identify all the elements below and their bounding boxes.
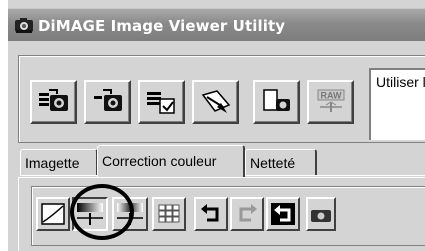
color-balance-button[interactable] (72, 197, 108, 231)
camera-icon (311, 210, 331, 222)
tone-curve-icon (41, 203, 65, 225)
camera-single-button[interactable] (84, 80, 131, 124)
reset-icon (271, 203, 295, 225)
color-balance-icon (77, 203, 103, 225)
tone-curve-button[interactable] (36, 197, 70, 231)
tab-nettete-label: Netteté (250, 155, 296, 171)
camera-import-icon (38, 89, 68, 111)
grid-icon (158, 204, 180, 223)
window-margin (0, 0, 8, 251)
import-camera-button[interactable] (30, 80, 77, 124)
tab-correction-couleur[interactable]: Correction couleur (97, 145, 245, 177)
color-toolbar (31, 186, 425, 246)
dimage-app-icon (15, 18, 33, 33)
redo-icon (239, 204, 257, 222)
language-panel[interactable]: Utiliser la (369, 68, 425, 140)
redo-button[interactable] (230, 197, 264, 231)
main-panel: RAW Utiliser la Imagette Correction coul… (8, 41, 425, 251)
print-icon (201, 90, 230, 113)
document-camera-button[interactable] (253, 80, 300, 124)
tab-nettete[interactable]: Netteté (245, 149, 317, 175)
tab-correction-couleur-label: Correction couleur (102, 153, 217, 169)
title-bar[interactable]: DiMAGE Image Viewer Utility (8, 8, 425, 41)
window-title: DiMAGE Image Viewer Utility (38, 17, 286, 35)
color-correction-panel (18, 177, 425, 251)
camera-single-icon (93, 89, 122, 111)
tab-imagette-label: Imagette (25, 155, 80, 171)
language-text: Utiliser la (376, 74, 425, 90)
print-button[interactable] (192, 80, 239, 124)
main-toolbar: RAW Utiliser la (18, 55, 425, 143)
raw-button[interactable]: RAW (307, 80, 354, 124)
raw-label: RAW (320, 91, 342, 101)
brightness-contrast-icon (117, 203, 143, 225)
raw-icon: RAW (317, 89, 344, 112)
batch-save-icon (146, 92, 175, 114)
undo-button[interactable] (194, 197, 228, 231)
application-window: DiMAGE Image Viewer Utility RAW Utiliser… (0, 0, 425, 251)
tab-imagette[interactable]: Imagette (20, 149, 98, 175)
color-grid-button[interactable] (152, 197, 186, 231)
brightness-contrast-button[interactable] (112, 197, 148, 231)
undo-icon (201, 204, 219, 222)
tab-bar: Imagette Correction couleur Netteté (20, 145, 425, 177)
reset-button[interactable] (266, 197, 300, 231)
document-camera-icon (262, 89, 290, 111)
batch-save-button[interactable] (138, 80, 185, 124)
camera-snapshot-button[interactable] (306, 197, 336, 231)
